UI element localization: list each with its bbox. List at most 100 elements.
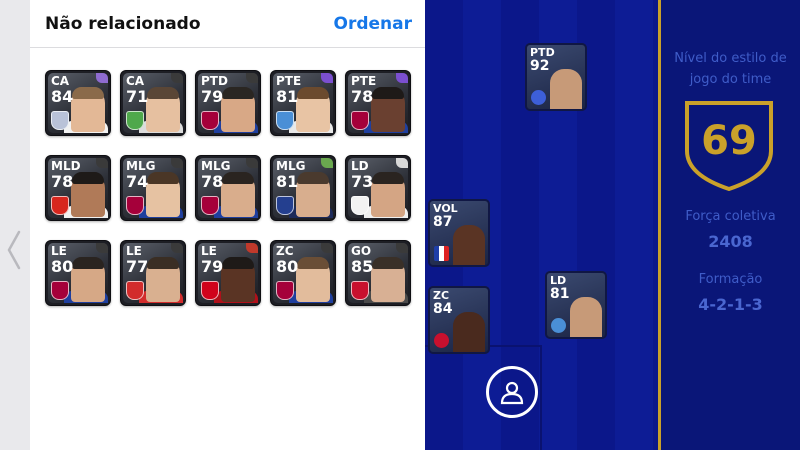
player-portrait [453,312,485,352]
card-accent [396,158,408,168]
player-rating: 79 [201,257,224,276]
club-crest-icon [551,318,566,333]
club-crest-icon [51,281,69,300]
team-strength-value: 2408 [708,232,753,251]
club-crest-icon [51,196,69,215]
profile-button[interactable] [486,366,538,418]
player-card[interactable]: MLD 78 [45,155,111,221]
player-card[interactable]: MLG 81 [270,155,336,221]
field-player-card[interactable]: ZC 84 [428,286,490,354]
player-portrait [453,225,485,265]
team-strength-label: Força coletiva [685,209,776,224]
card-accent [246,243,258,253]
player-rating: 85 [351,257,374,276]
formation-label: Formação [698,272,763,287]
card-accent [396,243,408,253]
player-hair [297,172,329,184]
player-rating: 81 [276,172,299,191]
club-crest-icon [276,196,294,215]
player-rating: 84 [51,87,74,106]
player-hair [72,257,104,269]
unassigned-players-sheet: Não relacionado Ordenar CA 84 CA 71 PTD 79 PTE… [30,0,425,450]
club-crest-icon [126,196,144,215]
card-accent [396,73,408,83]
club-crest-icon [276,111,294,130]
card-accent [96,158,108,168]
field-player-card[interactable]: LD 81 [545,271,607,339]
player-rating: 81 [276,87,299,106]
player-position: MLD [51,159,81,173]
player-position: MLG [201,159,231,173]
club-crest-icon [351,196,369,215]
player-position: PTE [276,74,302,88]
player-card[interactable]: CA 84 [45,70,111,136]
player-rating: 71 [126,87,149,106]
player-card[interactable]: PTD 79 [195,70,261,136]
player-hair [372,87,404,99]
player-portrait [570,297,602,337]
player-hair [147,172,179,184]
player-card[interactable]: PTE 78 [345,70,411,136]
sort-button[interactable]: Ordenar [334,14,413,34]
card-accent [321,73,333,83]
field-player-card[interactable]: VOL 87 [428,199,490,267]
field-player-card[interactable]: PTD 92 [525,43,587,111]
player-position: CA [51,74,70,88]
formation-value: 4-2-1-3 [698,295,763,314]
club-crest-icon [351,281,369,300]
team-style-label: Nível do estilo de jogo do time [674,51,787,87]
club-crest-icon [126,111,144,130]
player-hair [72,87,104,99]
flag-icon [434,246,449,261]
player-card[interactable]: CA 71 [120,70,186,136]
field-card-rating: 81 [550,286,570,302]
club-crest-icon [351,111,369,130]
card-accent [171,243,183,253]
player-card[interactable]: LE 79 [195,240,261,306]
player-position: LE [126,244,142,258]
club-crest-icon [531,90,546,105]
sheet-side-strip [0,0,31,450]
player-card[interactable]: LE 77 [120,240,186,306]
card-accent [96,243,108,253]
club-crest-icon [201,196,219,215]
chevron-left-icon[interactable] [4,228,24,272]
club-crest-icon [51,111,69,130]
player-card[interactable]: LD 73 [345,155,411,221]
player-rating: 77 [126,257,149,276]
player-rating: 73 [351,172,374,191]
player-position: CA [126,74,145,88]
field-card-rating: 84 [433,301,453,317]
player-hair [222,172,254,184]
player-hair [147,87,179,99]
player-card[interactable]: LE 80 [45,240,111,306]
player-card[interactable]: PTE 81 [270,70,336,136]
card-accent [321,243,333,253]
card-accent [171,73,183,83]
player-rating: 79 [201,87,224,106]
club-crest-icon [201,111,219,130]
club-crest-icon [126,281,144,300]
player-position: MLG [126,159,156,173]
player-position: LE [51,244,67,258]
player-card[interactable]: MLG 74 [120,155,186,221]
player-rating: 78 [351,87,374,106]
field-card-rating: 92 [530,58,550,74]
player-hair [222,257,254,269]
player-hair [147,257,179,269]
user-icon [500,381,524,405]
player-rating: 78 [51,172,74,191]
player-hair [297,87,329,99]
player-position: MLG [276,159,306,173]
card-accent [321,158,333,168]
field-card-rating: 87 [433,214,453,230]
player-position: LD [351,159,369,173]
player-card[interactable]: GO 85 [345,240,411,306]
card-accent [246,73,258,83]
player-card[interactable]: ZC 80 [270,240,336,306]
player-position: LE [201,244,217,258]
player-card[interactable]: MLG 78 [195,155,261,221]
player-rating: 74 [126,172,149,191]
player-rating: 80 [276,257,299,276]
card-accent [171,158,183,168]
